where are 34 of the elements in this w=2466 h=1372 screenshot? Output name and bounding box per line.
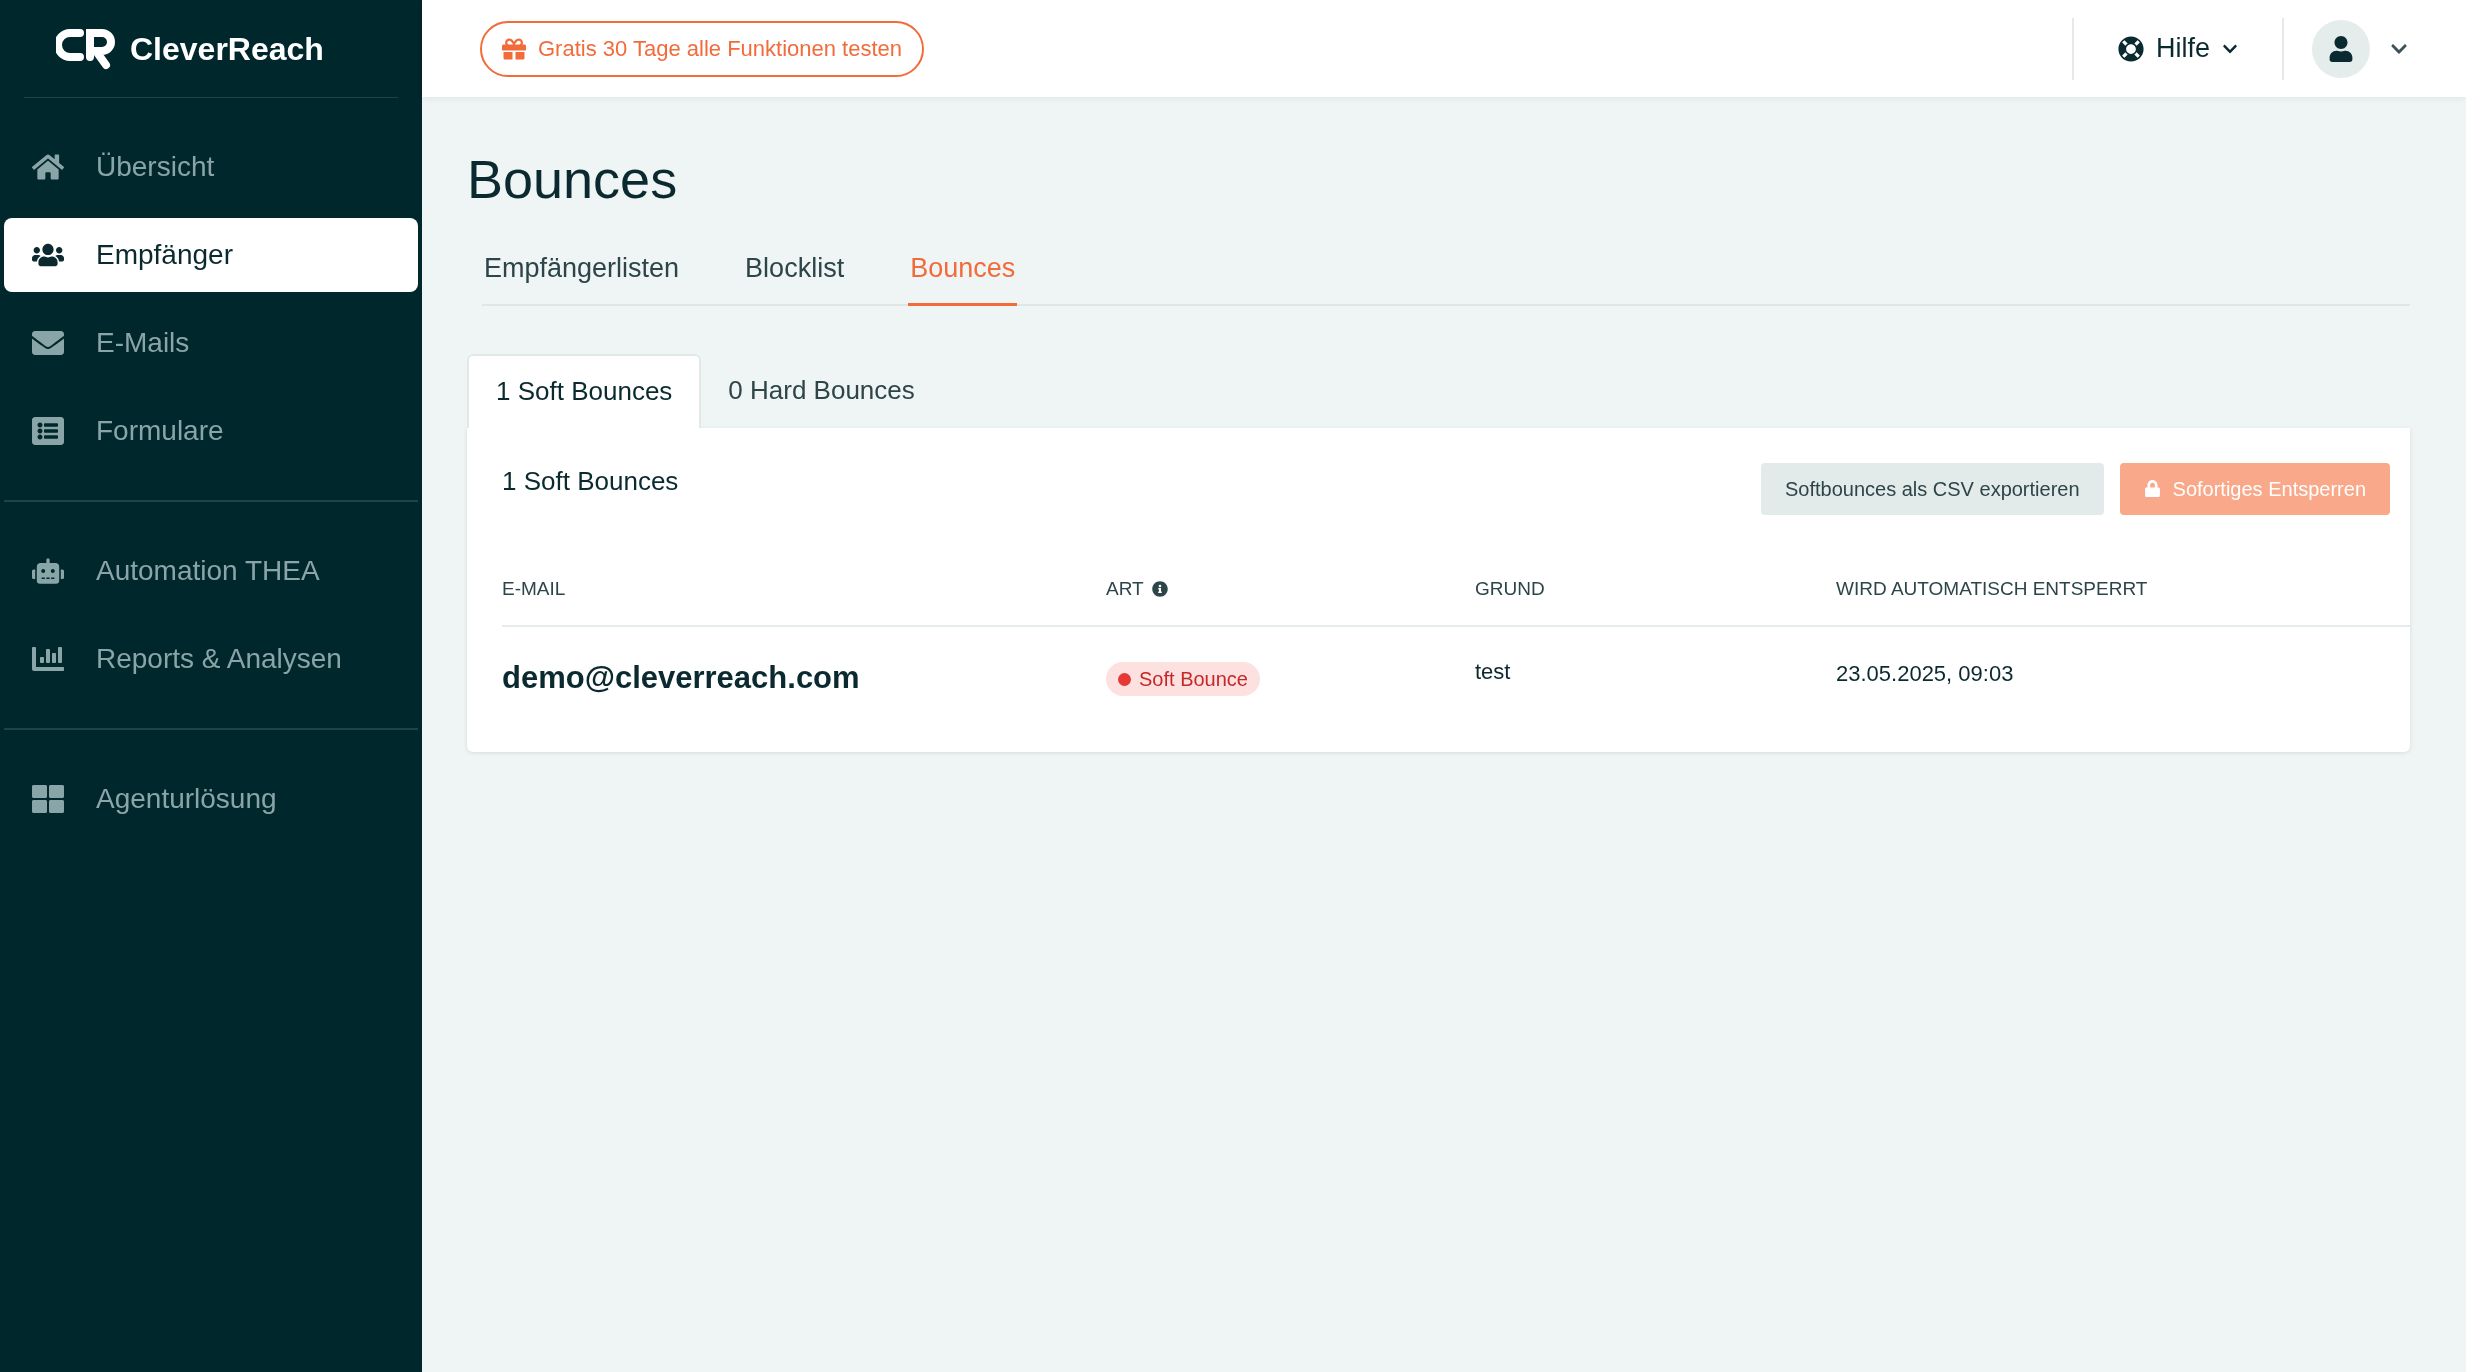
nav-item[interactable]: Empfänger [4, 218, 418, 292]
info-icon [1151, 580, 1168, 597]
lifebuoy-icon [2118, 35, 2144, 62]
logo-icon [56, 26, 118, 71]
list-icon [32, 415, 64, 447]
export-button[interactable]: Softbounces als CSV exportieren [1760, 462, 2104, 515]
gift-icon [502, 36, 526, 61]
lock-icon [2143, 480, 2161, 497]
column-header: WIRD AUTOMATISCH ENTSPERRT [1836, 576, 2148, 601]
help-button[interactable]: Hilfe [2118, 28, 2238, 69]
grid-icon [32, 783, 64, 815]
date-cell-text: 23.05.2025, 09:03 [1836, 660, 2015, 688]
nav-item[interactable]: Automation THEA [4, 534, 418, 608]
nav-item[interactable]: Agenturlösung [4, 762, 418, 836]
card-title: 1 Soft Bounces [502, 464, 679, 498]
user-icon [2328, 35, 2354, 62]
nav-item[interactable]: Formulare [4, 394, 418, 468]
robot-icon [32, 555, 64, 587]
column-header: E-MAIL [502, 576, 566, 601]
reason-cell-text: test [1475, 658, 1512, 686]
email-cell-text: demo@cleverreach.com [502, 659, 861, 697]
tab[interactable]: 0 Hard Bounces [701, 353, 942, 428]
page-title: Bounces [467, 152, 679, 206]
bounce-type-badge: Soft Bounce [1106, 662, 1260, 696]
nav-item[interactable]: E-Mails [4, 306, 418, 380]
nav-item[interactable]: Übersicht [4, 130, 418, 204]
logo-text: CleverReach [130, 29, 324, 69]
nav-item[interactable]: Reports & Analysen [4, 622, 418, 696]
column-header: GRUND [1475, 576, 1545, 601]
tab[interactable]: Blocklist [743, 248, 847, 306]
tab[interactable]: 1 Soft Bounces [467, 353, 702, 428]
column-header: ART [1106, 576, 1144, 601]
tab[interactable]: Empfängerlisten [482, 248, 682, 306]
trial-button[interactable]: Gratis 30 Tage alle Funktionen testen [480, 20, 925, 77]
